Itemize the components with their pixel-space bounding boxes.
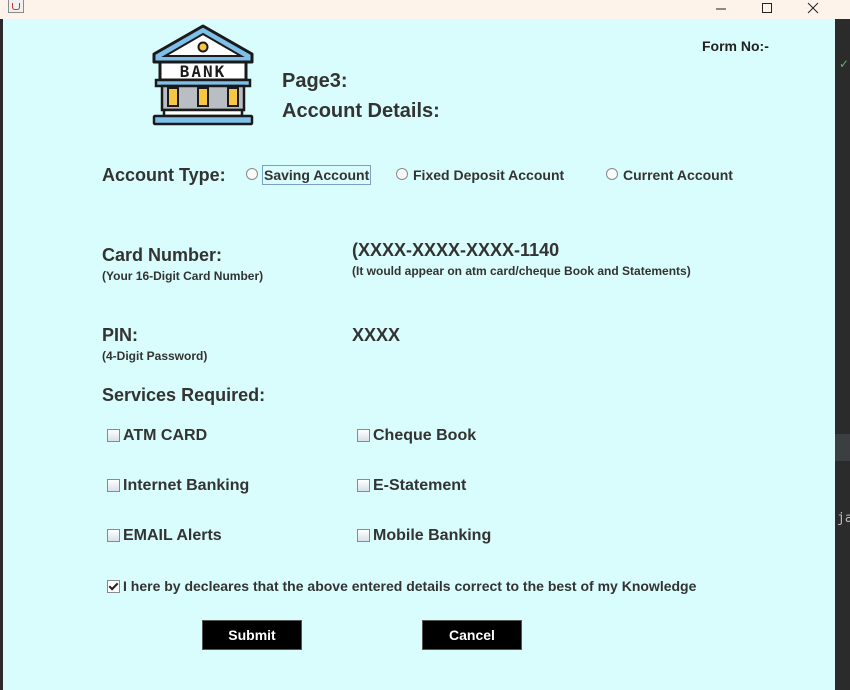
cancel-button[interactable]: Cancel (422, 620, 522, 650)
radio-circle[interactable] (396, 168, 408, 180)
pin-label: PIN: (102, 325, 138, 345)
account-details-form: BANK Form No:- Page3: Account Details: A… (3, 19, 835, 690)
checkbox-box[interactable] (357, 429, 370, 442)
radio-label-saving[interactable]: Saving Account (262, 165, 372, 185)
card-number-hint: (Your 16-Digit Card Number) (102, 269, 264, 283)
radio-label-current[interactable]: Current Account (623, 167, 733, 183)
bank-logo: BANK (151, 24, 255, 133)
checkbox-box-checked[interactable] (107, 580, 120, 593)
radio-label-fixed-deposit[interactable]: Fixed Deposit Account (413, 167, 564, 183)
close-button[interactable] (790, 0, 836, 19)
window-titlebar (0, 0, 850, 19)
svg-text:BANK: BANK (180, 62, 227, 81)
card-number-note: (It would appear on atm card/cheque Book… (352, 264, 691, 278)
radio-circle[interactable] (606, 168, 618, 180)
card-number-value: (XXXX-XXXX-XXXX-1140 (352, 240, 560, 260)
checkmark-icon: ✓ (839, 57, 850, 71)
checkbox-label[interactable]: ATM CARD (123, 427, 207, 445)
checkbox-label[interactable]: EMAIL Alerts (123, 527, 222, 545)
checkbox-box[interactable] (107, 529, 120, 542)
maximize-icon (762, 3, 772, 13)
background-code-fragment: ja (837, 511, 850, 526)
checkbox-label[interactable]: Internet Banking (123, 477, 249, 495)
checkbox-box[interactable] (357, 529, 370, 542)
minimize-icon (716, 8, 726, 10)
minimize-button[interactable] (698, 0, 744, 19)
pin-value: XXXX (352, 325, 401, 345)
checkbox-box[interactable] (107, 479, 120, 492)
page-title: Account Details: (282, 100, 440, 122)
form-number-label: Form No:- (702, 38, 769, 54)
declaration-text[interactable]: I here by decleares that the above enter… (123, 578, 696, 594)
checkbox-label[interactable]: E-Statement (373, 477, 466, 495)
close-icon (807, 2, 819, 14)
background-ide-edge: ✓ ja (835, 19, 850, 690)
checkbox-label[interactable]: Mobile Banking (373, 527, 491, 545)
checkbox-box[interactable] (357, 479, 370, 492)
java-cup-icon (8, 0, 24, 13)
services-required-label: Services Required: (102, 385, 266, 405)
account-type-label: Account Type: (102, 165, 226, 185)
page-number-heading: Page3: (282, 70, 348, 92)
radio-circle[interactable] (246, 168, 258, 180)
background-panel-strip (835, 434, 850, 461)
pin-hint: (4-Digit Password) (102, 349, 208, 363)
checkbox-label[interactable]: Cheque Book (373, 427, 476, 445)
maximize-button[interactable] (744, 0, 790, 19)
card-number-label: Card Number: (102, 245, 223, 265)
submit-button[interactable]: Submit (202, 620, 302, 650)
checkbox-box[interactable] (107, 429, 120, 442)
